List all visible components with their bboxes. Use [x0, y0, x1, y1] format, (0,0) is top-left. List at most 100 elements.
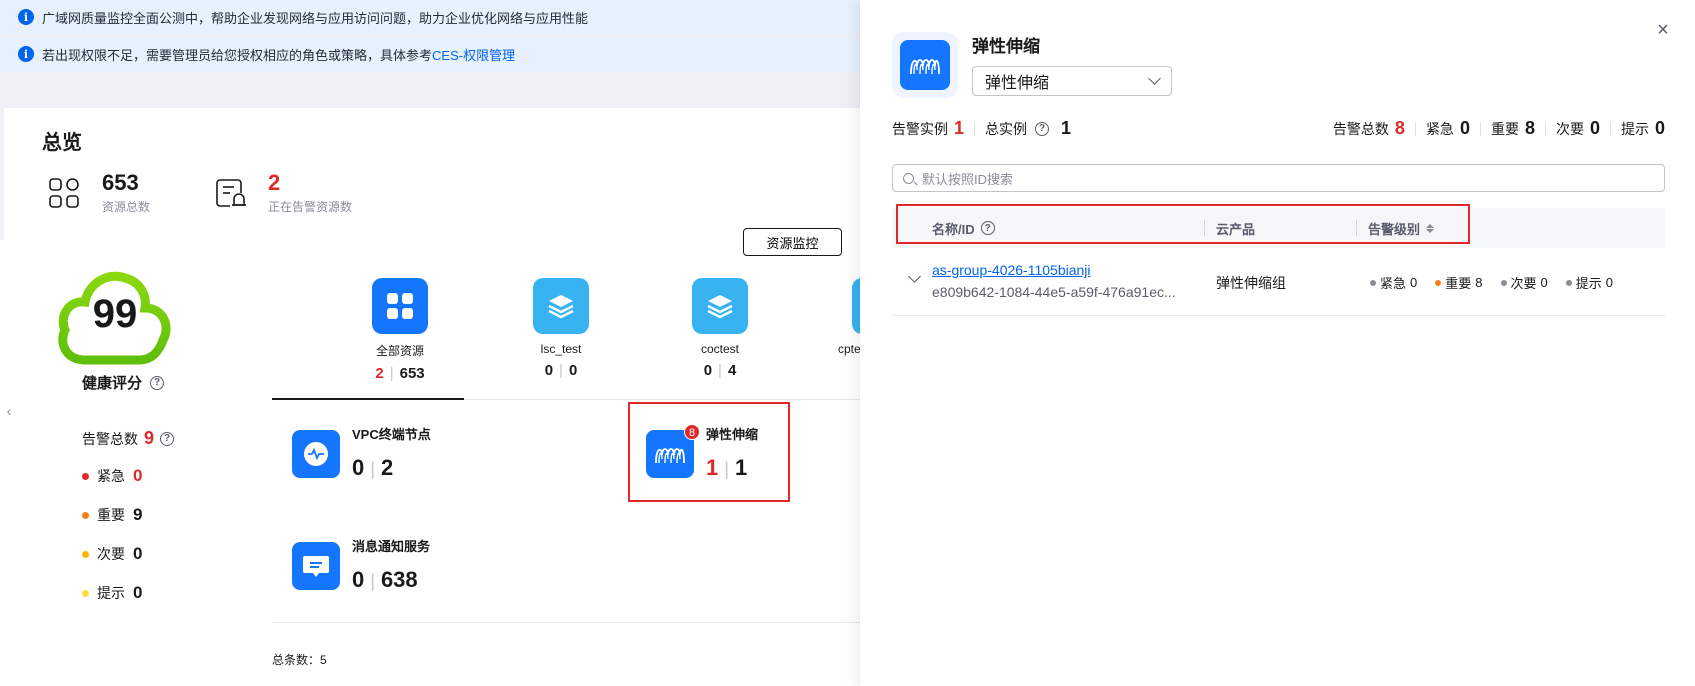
level-count: 0	[133, 544, 143, 563]
resource-total-label: 资源总数	[102, 200, 151, 214]
minor-dot-icon	[1500, 279, 1507, 286]
apps-grid-icon	[49, 177, 79, 208]
health-panel: 99 健康评分 ? 告警总数 9 ? 紧急 0 重要 9 次要 0 提示 0	[0, 240, 280, 686]
drawer-title: 弹性伸缩	[972, 37, 1040, 56]
close-icon[interactable]: ×	[1653, 20, 1673, 40]
help-icon[interactable]: ?	[160, 431, 175, 446]
divider	[974, 121, 976, 136]
chevron-down-icon[interactable]	[908, 270, 921, 283]
alarming-resources-value: 2	[268, 170, 281, 195]
service-count: 0 | 2	[352, 455, 394, 480]
total-instances-label: 总实例	[985, 120, 1028, 137]
level-label: 次要	[97, 546, 125, 562]
level-major: 重要 9	[82, 505, 142, 525]
health-label-text: 健康评分	[82, 375, 143, 392]
notice-text: 广域网质量监控全面公测中，帮助企业发现网络与应用访问问题，助力企业优化网络与应用…	[42, 10, 589, 26]
major-dot-icon	[1435, 279, 1442, 286]
health-score-label: 健康评分 ?	[82, 372, 165, 393]
notice-text: 若出现权限不足，需要管理员给您授权相应的角色或策略，具体参考	[42, 47, 433, 63]
category-cpte[interactable]: cpte	[820, 278, 860, 356]
level-minor: 次要 0	[82, 544, 142, 564]
drawer-service-icon	[892, 32, 958, 98]
info-dot-icon	[1565, 279, 1572, 286]
notice-banner-wan: i 广域网质量监控全面公测中，帮助企业发现网络与应用访问问题，助力企业优化网络与…	[0, 0, 860, 34]
category-count: 0 | 4	[703, 362, 737, 379]
active-tab-indicator	[272, 398, 464, 400]
category-name: coctest	[700, 342, 739, 356]
level-info-label: 提示	[1620, 120, 1649, 137]
category-count: 2 | 653	[375, 365, 425, 382]
level-major-label: 重要	[1490, 120, 1519, 137]
level-critical-label: 紧急	[1425, 120, 1454, 137]
alarming-resources-label: 正在告警资源数	[268, 200, 353, 214]
level-label: 提示	[97, 585, 125, 601]
instance-product: 弹性伸缩组	[1216, 275, 1286, 291]
resource-total-value: 653	[102, 170, 139, 195]
search-icon	[903, 172, 914, 184]
auto-scaling-icon	[900, 40, 950, 90]
level-info: 提示 0	[82, 583, 142, 603]
layers-icon	[852, 278, 860, 334]
overview-card: 总览 653 资源总数 2 正在告警资源数	[4, 108, 860, 240]
message-notification-icon	[292, 542, 340, 590]
help-icon[interactable]: ?	[1035, 121, 1050, 136]
service-name: VPC终端节点	[352, 427, 431, 442]
info-dot-icon	[82, 589, 89, 597]
major-dot-icon	[82, 511, 89, 519]
total-count: 总条数：5	[272, 653, 327, 667]
service-select[interactable]: 弹性伸缩	[972, 66, 1172, 96]
instance-name-link[interactable]: as-group-4026-1105bianji	[932, 262, 1091, 278]
category-lsc-test[interactable]: lsc_test 0 | 0	[501, 278, 621, 379]
search-input[interactable]: 默认按照ID搜索	[892, 164, 1665, 192]
resource-monitor-button[interactable]: 资源监控	[743, 228, 842, 256]
collapse-sidebar-handle[interactable]: ‹	[0, 370, 18, 452]
critical-dot-icon	[82, 472, 89, 480]
search-placeholder: 默认按照ID搜索	[922, 171, 1014, 187]
level-label: 重要	[97, 507, 125, 523]
level-major-count: 8	[1524, 118, 1535, 138]
list-divider	[272, 622, 860, 623]
level-critical: 紧急 0	[82, 466, 142, 486]
select-value: 弹性伸缩	[985, 75, 1050, 92]
category-name: lsc_test	[540, 342, 582, 356]
layers-icon	[533, 278, 589, 334]
category-coctest[interactable]: coctest 0 | 4	[660, 278, 780, 379]
table-row: as-group-4026-1105bianji e809b642-1084-4…	[892, 248, 1665, 316]
health-cloud-gauge: 99	[55, 264, 175, 374]
instance-id: e809b642-1084-44e5-a59f-476a91ec...	[932, 284, 1176, 300]
layers-icon	[692, 278, 748, 334]
permission-doc-link[interactable]: CES-权限管理	[432, 45, 515, 64]
instance-alarm-levels: 紧急 0 重要 8 次要 0 提示 0	[1370, 273, 1613, 292]
category-count: 0 | 0	[544, 362, 578, 379]
total-instances-value: 1	[1061, 118, 1072, 138]
service-vpc-endpoint[interactable]: VPC终端节点 0 | 2	[292, 427, 431, 481]
chevron-down-icon	[1148, 72, 1161, 85]
service-name: 消息通知服务	[352, 539, 431, 554]
notice-banner-permission: i 若出现权限不足，需要管理员给您授权相应的角色或策略，具体参考 CES-权限管…	[0, 36, 860, 72]
level-minor-label: 次要	[1555, 120, 1584, 137]
vpc-endpoint-icon	[292, 430, 340, 478]
page-title: 总览	[42, 132, 82, 154]
level-critical-count: 0	[1459, 118, 1470, 138]
service-count: 0 | 638	[352, 567, 418, 592]
alarm-instances-value: 1	[954, 118, 965, 138]
service-message-notification[interactable]: 消息通知服务 0 | 638	[292, 539, 430, 593]
category-all-resources[interactable]: 全部资源 2 | 653	[340, 278, 460, 382]
minor-dot-icon	[82, 550, 89, 558]
info-icon: i	[18, 9, 34, 25]
highlight-box-header	[896, 204, 1470, 244]
alarm-document-icon	[216, 178, 246, 207]
alarm-instances-label: 告警实例	[892, 120, 948, 137]
chevron-left-icon: ‹	[6, 403, 12, 419]
alarm-total-value: 8	[1394, 118, 1405, 138]
level-count: 0	[133, 466, 143, 485]
info-icon: i	[18, 46, 34, 62]
level-count: 9	[133, 505, 143, 524]
grid-icon	[372, 278, 428, 334]
health-score: 99	[92, 292, 138, 336]
level-count: 0	[133, 583, 143, 602]
help-icon[interactable]: ?	[150, 375, 165, 390]
level-info-count: 0	[1654, 118, 1665, 138]
resource-total-stat: 653 资源总数	[48, 170, 150, 215]
category-name: cpte	[838, 342, 860, 356]
